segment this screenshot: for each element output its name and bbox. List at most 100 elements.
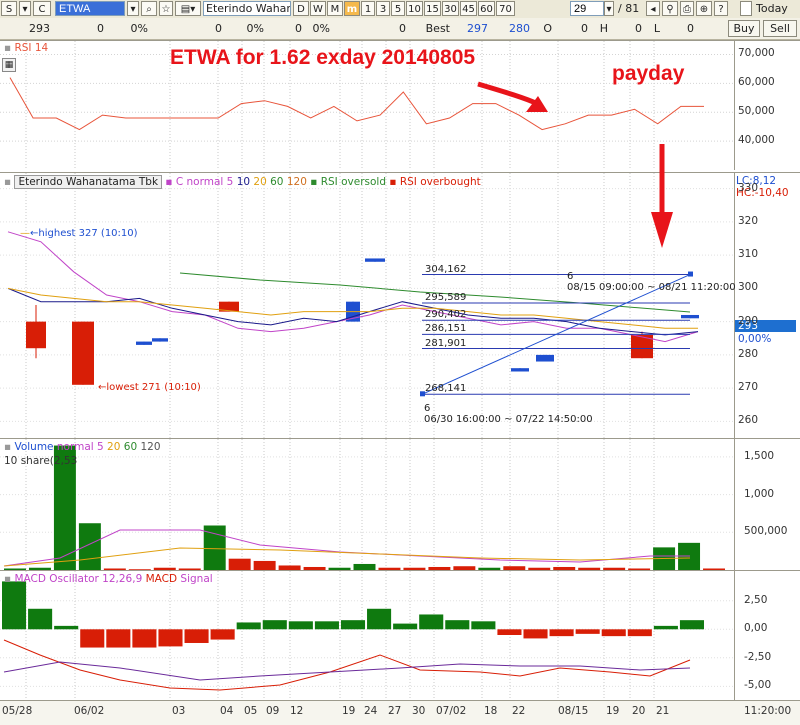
volume-tick-label: 500,000: [744, 525, 788, 538]
volume-bar: [603, 567, 626, 570]
volume-bar: [278, 565, 301, 570]
volume-bar: [453, 566, 476, 570]
candle: [26, 321, 46, 349]
lowest-label: lowest 271 (10:10): [106, 382, 201, 393]
candle: [136, 341, 152, 345]
macd-bar: [601, 629, 626, 637]
x-axis-label: 19: [342, 705, 356, 717]
candle: [152, 338, 168, 342]
ma5-label: 5: [226, 176, 234, 188]
price-tick-label: 330: [738, 181, 759, 194]
macd-bar: [549, 629, 574, 637]
x-axis-label: 12: [290, 705, 304, 717]
level-label: 295,589: [425, 292, 467, 304]
macd-legend: ▪ MACD Oscillator 12,26,9 MACD Signal: [4, 573, 213, 585]
chart-canvas[interactable]: [0, 0, 800, 724]
macd-bar: [627, 629, 652, 637]
period-top-range: 08/15 09:00:00 ~ 08/21 11:20:00: [567, 282, 736, 293]
volume-bar: [553, 566, 576, 570]
rsi-overbought-label: RSI overbought: [399, 176, 481, 188]
price-tick-label: 290: [738, 314, 759, 327]
headline-annotation: ETWA for 1.62 exday 20140805: [170, 46, 476, 69]
highest-marker: —←highest 327 (10:10): [20, 228, 138, 239]
macd-bar: [132, 629, 157, 648]
x-axis-label: 05/28: [2, 705, 33, 717]
macd-bar: [471, 621, 496, 630]
x-axis-label: 04: [220, 705, 234, 717]
volume-ma5-line: [3, 529, 690, 567]
x-axis-label: 24: [364, 705, 378, 717]
annotation-arrow: [651, 144, 673, 248]
macd-bar: [393, 623, 418, 630]
level-label: 304,162: [425, 263, 467, 275]
volume-ma60-label: 60: [123, 441, 138, 453]
macd-tick-label: -5,00: [744, 679, 772, 692]
x-axis-label: 27: [388, 705, 402, 717]
highest-label: highest 327 (10:10): [38, 228, 138, 239]
price-tick-label: 320: [738, 214, 759, 227]
x-axis-label: 09: [266, 705, 280, 717]
macd-bar: [445, 620, 470, 630]
volume-bar: [4, 568, 26, 570]
volume-bar: [253, 560, 276, 570]
volume-bar: [153, 567, 176, 570]
volume-bar: [353, 563, 376, 570]
ma120-label: 120: [286, 176, 307, 188]
stock-name-label[interactable]: Eterindo Wahanatama Tbk: [14, 175, 163, 189]
macd-tick-label: 2,50: [744, 593, 768, 606]
x-axis-label: 07/02: [436, 705, 467, 717]
volume-bar: [378, 567, 401, 570]
macd-bar: [2, 581, 27, 630]
macd-bar: [314, 621, 339, 630]
volume-bar: [303, 566, 326, 570]
volume-tick-label: 1,500: [744, 449, 775, 462]
x-axis-label: 20: [632, 705, 646, 717]
macd-bar: [497, 629, 522, 635]
ma20-label: 20: [253, 176, 267, 188]
trend-handle: [688, 271, 693, 277]
level-label: 268,141: [425, 383, 467, 395]
grid-toggle-icon[interactable]: ▦: [2, 58, 16, 72]
level-label: 290,402: [425, 309, 467, 321]
macd-bar: [653, 625, 678, 630]
macd-bar: [28, 608, 53, 630]
candle: [365, 258, 385, 262]
rsi-line: [9, 77, 704, 131]
signal-line: [3, 661, 691, 681]
macd-bar: [419, 614, 444, 630]
x-axis-label: 03: [172, 705, 186, 717]
volume-ma120-label: 120: [140, 441, 161, 453]
period-bottom-count: 6: [424, 403, 431, 414]
candle: [72, 321, 94, 385]
payday-annotation: payday: [612, 62, 685, 85]
rsi-tick-label: 50,000: [738, 105, 775, 118]
rsi-oversold-label: RSI oversold: [320, 176, 386, 188]
x-axis-label: 18: [484, 705, 498, 717]
macd-bar: [54, 625, 79, 630]
macd-tick-label: -2,50: [744, 650, 772, 663]
volume-bar: [28, 567, 51, 570]
annotation-arrow: [477, 81, 548, 112]
volume-ma-label: normal: [56, 441, 94, 453]
volume-tick-label: 1,000: [744, 487, 775, 500]
signal-label: Signal: [180, 573, 213, 585]
macd-bar: [367, 608, 392, 630]
macd-bar: [106, 629, 131, 648]
volume-title: Volume: [14, 441, 54, 453]
ma60-label: 60: [270, 176, 284, 188]
price-tick-label: 280: [738, 347, 759, 360]
macd-tick-label: 0,00: [744, 622, 768, 635]
price-tick-label: 310: [738, 248, 759, 261]
level-label: 286,151: [425, 323, 467, 335]
candle: [681, 314, 699, 319]
x-axis-label: 19: [606, 705, 620, 717]
lowest-marker: ←lowest 271 (10:10): [98, 382, 201, 393]
price-tick-label: 260: [738, 414, 759, 427]
macd-bar: [288, 621, 313, 630]
volume-bar: [228, 558, 251, 570]
volume-ma5-label: 5: [97, 441, 104, 453]
x-axis-label: 05: [244, 705, 258, 717]
volume-unit: 10 share(2,53: [4, 455, 78, 467]
x-axis-end-time: 11:20:00: [744, 705, 792, 717]
macd-bar: [679, 620, 704, 630]
